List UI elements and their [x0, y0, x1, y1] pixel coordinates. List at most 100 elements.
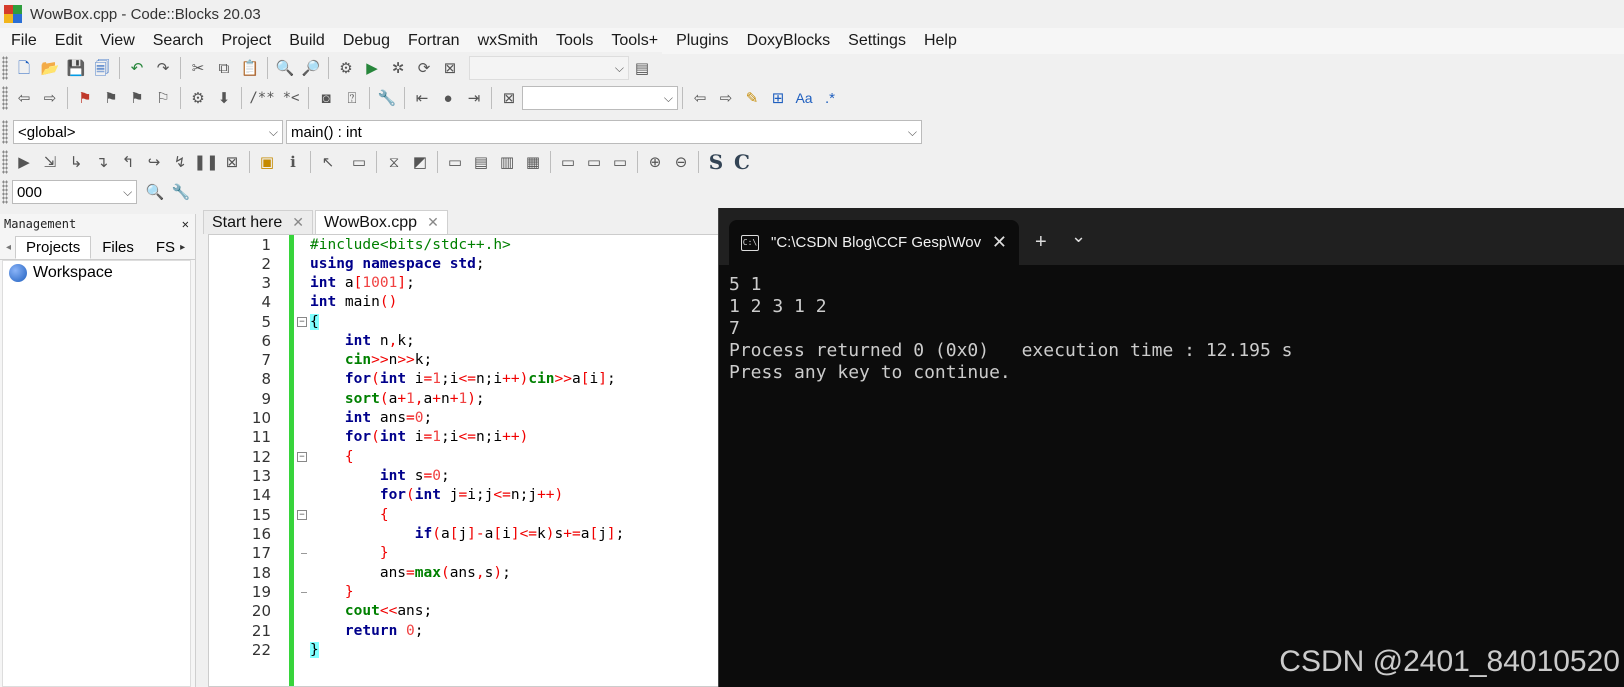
build-gear-icon[interactable]: ⚙: [334, 56, 358, 80]
save-all-icon[interactable]: 🗐: [90, 56, 114, 80]
textctrl-widget-icon[interactable]: ▭: [582, 150, 606, 174]
forward-arrow-icon[interactable]: ⇨: [38, 86, 62, 110]
menu-plugins[interactable]: Plugins: [667, 32, 737, 50]
view-chm-icon[interactable]: ⍰: [340, 86, 364, 110]
clear-bookmarks-icon[interactable]: ⚐: [151, 86, 175, 110]
menu-file[interactable]: File: [2, 32, 46, 50]
console-output[interactable]: 5 1 1 2 3 1 2 7 Process returned 0 (0x0)…: [729, 274, 1293, 384]
redo-icon[interactable]: ↷: [151, 56, 175, 80]
next-instruction-icon[interactable]: ↪: [142, 150, 166, 174]
debug-continue-icon[interactable]: ▶: [12, 150, 36, 174]
prev-bookmark-icon[interactable]: ⚑: [99, 86, 123, 110]
toolbar-grip[interactable]: [2, 120, 8, 144]
tab-dropdown-chevron-icon[interactable]: ⌄: [1071, 226, 1086, 246]
menu-search[interactable]: Search: [144, 32, 213, 50]
zoom-out-icon[interactable]: ⊖: [669, 150, 693, 174]
menu-wxsmith[interactable]: wxSmith: [469, 32, 547, 50]
undo-icon[interactable]: ↶: [125, 56, 149, 80]
toolbar-grip[interactable]: [2, 180, 8, 204]
menu-build[interactable]: Build: [280, 32, 334, 50]
close-icon[interactable]: ✕: [427, 214, 439, 231]
next-line-icon[interactable]: ↳: [64, 150, 88, 174]
menu-doxyblocks[interactable]: DoxyBlocks: [738, 32, 840, 50]
paste-icon[interactable]: 📋: [238, 56, 262, 80]
clear-search-icon[interactable]: ⊠: [497, 86, 521, 110]
tab-projects[interactable]: Projects: [15, 236, 92, 259]
various-info-icon[interactable]: ℹ: [281, 150, 305, 174]
rebuild-icon[interactable]: ⟳: [412, 56, 436, 80]
step-out-icon[interactable]: ↰: [116, 150, 140, 174]
selected-text-only-icon[interactable]: ⊞: [766, 86, 790, 110]
highlight-icon[interactable]: ✎: [740, 86, 764, 110]
copy-icon[interactable]: ⧉: [212, 56, 236, 80]
build-and-run-icon[interactable]: ✲: [386, 56, 410, 80]
tab-wowbox-cpp[interactable]: WowBox.cpp ✕: [315, 210, 448, 234]
regex-button[interactable]: .*: [818, 86, 842, 110]
extract-docs-icon[interactable]: ⬇: [212, 86, 236, 110]
combobox-widget-icon[interactable]: ▭: [608, 150, 632, 174]
doxywizard-icon[interactable]: ⚙: [186, 86, 210, 110]
menu-settings[interactable]: Settings: [839, 32, 915, 50]
pause-icon[interactable]: ❚❚: [193, 150, 218, 174]
search-docs-icon[interactable]: 🔍: [143, 180, 167, 204]
menu-edit[interactable]: Edit: [46, 32, 92, 50]
menu-tools-plus[interactable]: Tools+: [602, 32, 667, 50]
zoom-in-icon[interactable]: ⊕: [643, 150, 667, 174]
new-tab-button[interactable]: +: [1035, 232, 1047, 252]
cut-icon[interactable]: ✂: [186, 56, 210, 80]
block-comment-button[interactable]: /**: [247, 86, 277, 110]
pointer-tool-icon[interactable]: ↖: [316, 150, 340, 174]
next-bookmark-icon[interactable]: ⚑: [125, 86, 149, 110]
toggle-bookmark-icon[interactable]: ⚑: [73, 86, 97, 110]
staticbox-icon[interactable]: ▭: [443, 150, 467, 174]
run-icon[interactable]: ▶: [360, 56, 384, 80]
tab-files[interactable]: Files: [91, 236, 145, 259]
panel-tool-icon[interactable]: ▭: [347, 150, 371, 174]
debugging-windows-icon[interactable]: ▣: [255, 150, 279, 174]
build-target-select[interactable]: ⌵: [469, 56, 629, 80]
menu-project[interactable]: Project: [212, 32, 280, 50]
choicebook-icon[interactable]: ▦: [521, 150, 545, 174]
menu-tools[interactable]: Tools: [547, 32, 602, 50]
scope-select[interactable]: <global> ⌵: [13, 120, 283, 144]
open-file-icon[interactable]: 📂: [38, 56, 62, 80]
new-file-icon[interactable]: 🗋: [12, 56, 36, 80]
search-next-icon[interactable]: ⇨: [714, 86, 738, 110]
close-icon[interactable]: ✕: [992, 232, 1007, 253]
stop-debugger-icon[interactable]: ⊠: [220, 150, 244, 174]
preferences-wrench-icon[interactable]: 🔧: [375, 86, 399, 110]
tab-fs[interactable]: FS: [145, 236, 178, 259]
step-into-icon[interactable]: ↴: [90, 150, 114, 174]
view-html-icon[interactable]: ◙: [314, 86, 338, 110]
jump-dot-icon[interactable]: ●: [436, 86, 460, 110]
menu-help[interactable]: Help: [915, 32, 966, 50]
search-prev-icon[interactable]: ⇦: [688, 86, 712, 110]
code-editor[interactable]: 1 #include<bits/stdc++.h> 2 using namespac…: [208, 234, 728, 687]
save-icon[interactable]: 💾: [64, 56, 88, 80]
run-to-cursor-icon[interactable]: ⇲: [38, 150, 62, 174]
notebook-icon[interactable]: ▤: [469, 150, 493, 174]
fold-toggle-icon[interactable]: −: [297, 317, 307, 327]
step-into-instruction-icon[interactable]: ↯: [168, 150, 192, 174]
line-comment-button[interactable]: *<: [279, 86, 303, 110]
tab-start-here[interactable]: Start here ✕: [203, 210, 313, 234]
toolbar-grip[interactable]: [2, 150, 8, 174]
fold-toggle-icon[interactable]: −: [297, 510, 307, 520]
button-widget-icon[interactable]: ▭: [556, 150, 580, 174]
find-icon[interactable]: 🔍: [273, 56, 297, 80]
toolbar-grip[interactable]: [2, 86, 8, 110]
match-case-button[interactable]: Aa: [792, 86, 816, 110]
back-arrow-icon[interactable]: ⇦: [12, 86, 36, 110]
toolbar-grip[interactable]: [2, 56, 8, 80]
jump-forward-icon[interactable]: ⇥: [462, 86, 486, 110]
show-target-dialog-icon[interactable]: ▤: [630, 56, 654, 80]
menu-view[interactable]: View: [91, 32, 143, 50]
menu-fortran[interactable]: Fortran: [399, 32, 469, 50]
menu-debug[interactable]: Debug: [334, 32, 399, 50]
replace-icon[interactable]: 🔎: [299, 56, 323, 80]
jump-back-icon[interactable]: ⇤: [410, 86, 434, 110]
close-icon[interactable]: ✕: [182, 217, 189, 231]
search-combo[interactable]: 000 ⌵: [11, 180, 138, 204]
incremental-search-input[interactable]: ⌵: [522, 86, 678, 110]
tab-scroll-right-icon[interactable]: ▸: [178, 242, 187, 259]
